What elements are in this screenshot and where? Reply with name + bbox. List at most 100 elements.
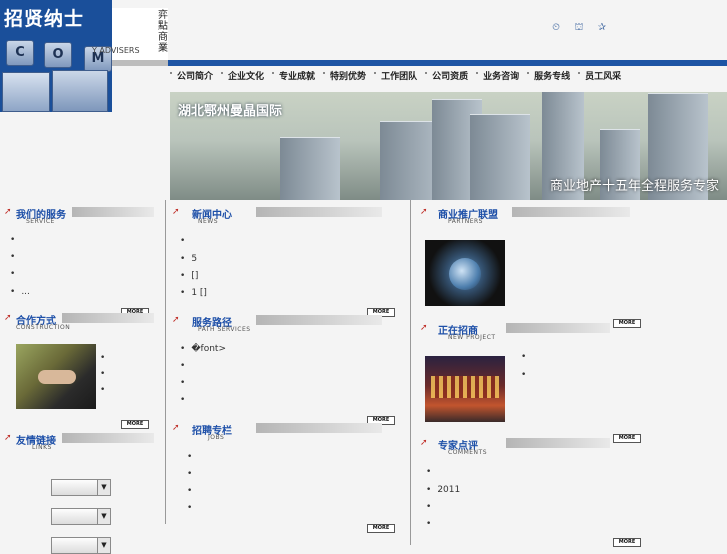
section-subtitle: PATH SERVICES: [198, 326, 251, 333]
header-rule-grey: [112, 60, 168, 66]
chevron-down-icon: ▼: [97, 538, 110, 553]
news-item[interactable]: 1 []: [180, 288, 207, 298]
section-services-header: ➚ 我们的服务 SERVICE: [4, 206, 154, 228]
column-divider: [410, 200, 411, 545]
project-night-photo: [425, 356, 505, 422]
arrow-icon: ➚: [420, 438, 428, 448]
list-item[interactable]: [10, 235, 21, 245]
section-subtitle: JOBS: [208, 434, 225, 441]
key-large: [2, 72, 50, 112]
path-item[interactable]: [180, 395, 191, 405]
brand-chinese: 弈 點 商 業: [158, 10, 168, 54]
path-item[interactable]: [180, 361, 191, 371]
banner-location: 湖北鄂州曼晶国际: [178, 104, 283, 119]
arrow-icon: ➚: [4, 207, 12, 217]
favorite-icon[interactable]: ✰: [595, 21, 609, 35]
comment-item[interactable]: [426, 519, 437, 529]
nav-item[interactable]: 员工风采: [578, 69, 629, 82]
news-item[interactable]: 5: [180, 254, 197, 264]
logo-title: 招贤纳士: [4, 8, 85, 30]
section-bar: [506, 438, 610, 448]
section-bar: [506, 323, 610, 333]
section-jobs-header: ➚ 招聘专栏 JOBS: [172, 422, 384, 444]
key-o: O: [44, 42, 72, 68]
nav-item[interactable]: 公司资质: [425, 69, 476, 82]
links-select[interactable]: ▼: [51, 479, 111, 496]
arrow-icon: ➚: [420, 323, 428, 333]
arrow-icon: ➚: [4, 433, 12, 443]
job-item[interactable]: [187, 486, 198, 496]
job-item[interactable]: [187, 452, 198, 462]
partners-globe-photo: [425, 240, 505, 306]
hands-shape: [38, 370, 76, 384]
comment-item[interactable]: [426, 467, 437, 477]
list-item[interactable]: [10, 269, 21, 279]
more-button[interactable]: MORE: [613, 538, 641, 547]
list-item[interactable]: [100, 353, 111, 363]
section-subtitle: LINKS: [32, 444, 52, 451]
list-item[interactable]: [100, 369, 111, 379]
news-item[interactable]: []: [180, 271, 198, 281]
section-subtitle: NEWS: [198, 218, 219, 225]
building: [280, 137, 340, 200]
brand-english: Y ADVISERS: [92, 46, 140, 55]
nav-item[interactable]: 公司简介: [170, 69, 221, 82]
section-bar: [62, 313, 154, 323]
section-partners-header: ➚ 商业推广联盟 PARTNERS: [420, 206, 632, 228]
project-item[interactable]: [521, 352, 532, 362]
nav-item[interactable]: 服务专线: [527, 69, 578, 82]
list-item[interactable]: ...: [10, 287, 30, 297]
more-button[interactable]: MORE: [121, 420, 149, 429]
path-item[interactable]: �font>: [180, 344, 226, 354]
handshake-photo: [16, 344, 96, 409]
job-item[interactable]: [187, 469, 198, 479]
section-subtitle: NEW PROJECT: [448, 334, 496, 341]
section-links-header: ➚ 友情链接 LINKS: [4, 432, 154, 454]
lights-shape: [431, 376, 499, 398]
section-subtitle: PARTNERS: [448, 218, 483, 225]
section-subtitle: COMMENTS: [448, 449, 488, 456]
path-item[interactable]: [180, 378, 191, 388]
section-bar: [256, 423, 382, 433]
more-button[interactable]: MORE: [367, 524, 395, 533]
section-comments-header: ➚ 专家点评 COMMENTS: [420, 437, 632, 459]
nav-item[interactable]: 工作团队: [374, 69, 425, 82]
links-select[interactable]: ▼: [51, 508, 111, 525]
section-bar: [256, 315, 382, 325]
banner-slogan: 商业地产十五年全程服务专家: [549, 179, 719, 194]
clock-icon[interactable]: ⏲: [549, 21, 563, 35]
globe-shape: [449, 258, 481, 290]
list-item[interactable]: [100, 385, 111, 395]
section-bar: [512, 207, 630, 217]
building: [470, 114, 530, 200]
section-bar: [256, 207, 382, 217]
chevron-down-icon: ▼: [97, 480, 110, 495]
project-item[interactable]: [521, 370, 532, 380]
chevron-down-icon: ▼: [97, 509, 110, 524]
section-subtitle: CONSTRUCTION: [16, 324, 71, 331]
section-cooperation-header: ➚ 合作方式 CONSTRUCTION: [4, 312, 154, 334]
arrow-icon: ➚: [172, 315, 180, 325]
arrow-icon: ➚: [420, 207, 428, 217]
nav-item[interactable]: 企业文化: [221, 69, 272, 82]
arrow-icon: ➚: [172, 207, 180, 217]
links-select[interactable]: ▼: [51, 537, 111, 554]
arrow-icon: ➚: [172, 423, 180, 433]
section-news-header: ➚ 新闻中心 NEWS: [172, 206, 384, 228]
nav-item[interactable]: 特别优势: [323, 69, 374, 82]
logo[interactable]: 招贤纳士 C O M: [0, 0, 112, 112]
nav-item[interactable]: 业务咨询: [476, 69, 527, 82]
sitemap-icon[interactable]: ⛫: [572, 21, 586, 35]
nav-item[interactable]: 专业成就: [272, 69, 323, 82]
list-item[interactable]: [10, 252, 21, 262]
section-subtitle: SERVICE: [26, 218, 55, 225]
news-item[interactable]: [180, 236, 191, 246]
banner: 湖北鄂州曼晶国际 商业地产十五年全程服务专家: [170, 92, 727, 200]
key-large: [52, 70, 108, 112]
job-item[interactable]: [187, 503, 198, 513]
column-divider: [165, 200, 166, 524]
comment-item[interactable]: [426, 502, 437, 512]
main-nav: 公司简介 企业文化 专业成就 特别优势 工作团队 公司资质 业务咨询 服务专线 …: [170, 66, 727, 84]
comment-item[interactable]: 2011: [426, 485, 460, 495]
arrow-icon: ➚: [4, 313, 12, 323]
